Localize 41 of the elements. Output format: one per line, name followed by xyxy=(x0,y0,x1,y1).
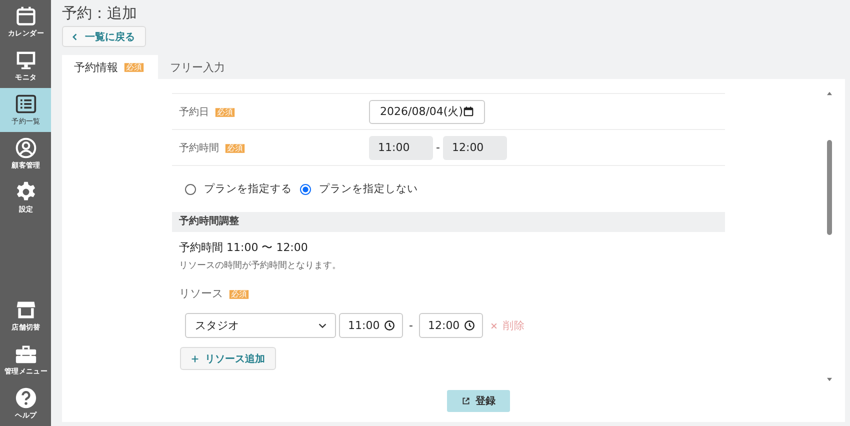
clock-icon xyxy=(464,320,475,331)
external-link-icon xyxy=(462,397,470,405)
scrollbar-thumb[interactable] xyxy=(826,140,832,235)
scrollbar[interactable] xyxy=(825,91,833,382)
time-field[interactable]: 11:00 xyxy=(339,313,403,338)
help-text: リソースの時間が予約時間となります。 xyxy=(179,260,341,272)
range-separator: - xyxy=(436,141,440,154)
settings-icon xyxy=(14,181,36,203)
section-header: 予約時間調整 xyxy=(172,212,725,232)
time-summary: 予約時間 11:00 〜 12:00 xyxy=(179,240,308,255)
plus-icon xyxy=(191,354,199,362)
clock-icon xyxy=(384,320,395,331)
help-icon xyxy=(14,387,36,409)
field-label: 予約日 必須 xyxy=(178,106,236,118)
person-icon xyxy=(14,137,36,159)
range-separator: - xyxy=(409,319,413,332)
add-resource-button[interactable]: リソース追加 xyxy=(180,347,276,370)
chevron-left-icon xyxy=(71,32,79,40)
calendar-icon xyxy=(462,105,474,118)
field-label: リソース 必須 xyxy=(179,286,250,301)
close-icon xyxy=(490,322,498,330)
resource-select[interactable]: スタジオ xyxy=(185,313,336,338)
scroll-up-icon[interactable] xyxy=(826,91,832,96)
page-title: 予約：追加 xyxy=(62,4,137,22)
scroll-down-icon[interactable] xyxy=(826,377,832,382)
monitor-icon xyxy=(14,49,36,71)
tab[interactable]: フリー入力 xyxy=(158,55,237,79)
radio-option[interactable]: プランを指定する xyxy=(185,182,292,196)
store-icon xyxy=(14,299,36,321)
radio-option[interactable]: プランを指定しない xyxy=(300,182,418,196)
field-label: 予約時間 必須 xyxy=(178,142,246,154)
toolbox-icon xyxy=(14,343,36,365)
tab[interactable]: 予約情報 必須 xyxy=(62,55,158,79)
back-button[interactable]: 一覧に戻る xyxy=(62,26,146,47)
list-icon xyxy=(14,93,36,115)
time-field[interactable]: 12:00 xyxy=(418,313,483,338)
radio-button[interactable] xyxy=(185,184,196,194)
calendar-icon xyxy=(14,5,36,27)
radio-button[interactable] xyxy=(300,184,311,194)
submit-button[interactable]: 登録 xyxy=(447,390,510,412)
date-field[interactable]: 2026/08/04(火) xyxy=(369,100,485,124)
